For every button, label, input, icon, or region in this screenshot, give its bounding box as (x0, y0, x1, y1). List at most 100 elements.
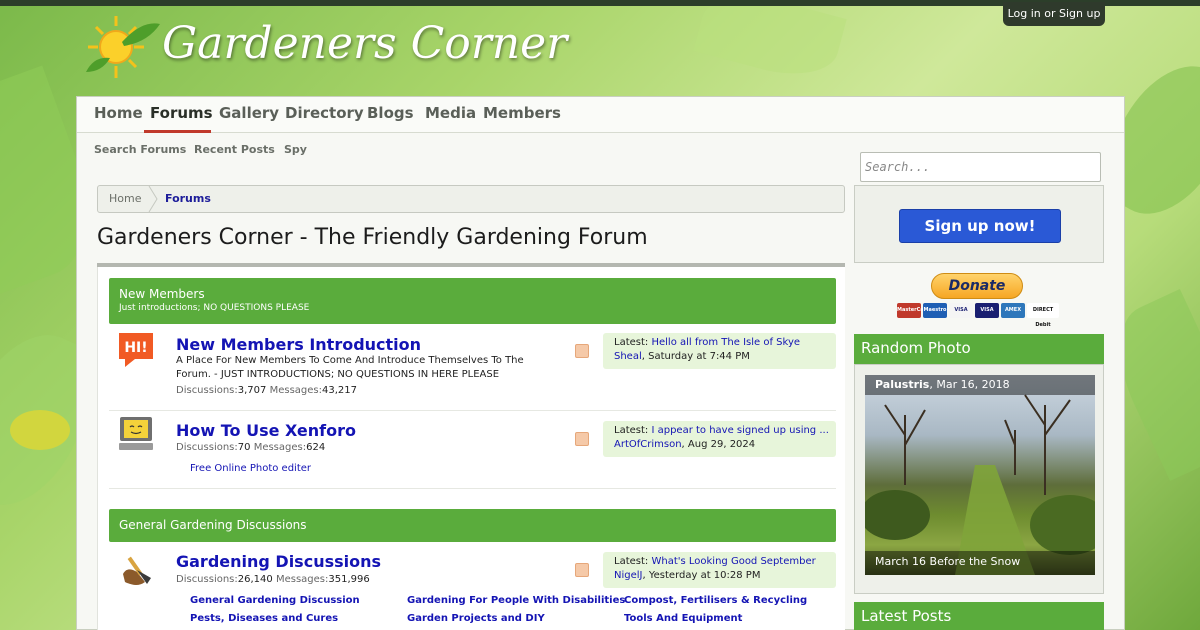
latest-label: Latest: (614, 556, 649, 567)
forum-stats: Discussions:26,140 Messages:351,996 (176, 574, 370, 585)
latest-post-user[interactable]: NigelJ (614, 570, 643, 581)
subnav-search-forums[interactable]: Search Forums (94, 143, 186, 156)
discussions-count: 26,140 (237, 574, 273, 585)
nav-forums[interactable]: Forums (150, 104, 213, 122)
forum-node: How To Use Xenforo Discussions:70 Messag… (109, 411, 836, 489)
photo-date: , Mar 16, 2018 (929, 378, 1010, 391)
signup-button[interactable]: Sign up now! (899, 209, 1061, 243)
subforum-link[interactable]: Tools And Equipment (624, 613, 742, 624)
mastercard-icon: MasterCard (897, 303, 930, 318)
forum-description: A Place For New Members To Come And Intr… (176, 355, 524, 380)
latest-post-time: , Aug 29, 2024 (681, 439, 756, 450)
nav-media[interactable]: Media (425, 104, 476, 122)
forum-stats: Discussions:70 Messages:624 (176, 442, 325, 453)
forum-title[interactable]: Gardening Discussions (176, 552, 381, 571)
messages-label: Messages: (275, 574, 329, 585)
discussions-label: Discussions: (176, 385, 238, 396)
login-signup-link[interactable]: Log in or Sign up (1003, 2, 1105, 26)
breadcrumb-separator-icon (148, 186, 158, 212)
site-logo-text: Gardeners Corner (162, 18, 568, 69)
messages-label: Messages: (269, 385, 323, 396)
category-title: New Members (119, 287, 205, 301)
rss-feed-icon[interactable] (575, 563, 589, 577)
latest-label: Latest: (614, 337, 649, 348)
discussions-label: Discussions: (176, 574, 238, 585)
discussions-count: 3,707 (237, 385, 267, 396)
breadcrumb-forums[interactable]: Forums (165, 192, 211, 205)
garden-tools-icon (123, 556, 151, 585)
nav-blogs[interactable]: Blogs (367, 104, 414, 122)
subforum-link[interactable]: Gardening For People With Disabilities (407, 595, 625, 606)
visa-icon: VISA (975, 303, 999, 318)
category-description: Just introductions; NO QUESTIONS PLEASE (119, 303, 310, 313)
sun-icon (86, 16, 160, 78)
amex-icon: AMEX (1001, 303, 1025, 318)
subnav-recent-posts[interactable]: Recent Posts (194, 143, 275, 156)
forum-list: New Members Just introductions; NO QUEST… (97, 267, 845, 630)
messages-label: Messages: (253, 442, 307, 453)
latest-post-link[interactable]: Hello all from The Isle of Skye (651, 337, 800, 348)
category-title: General Gardening Discussions (119, 518, 307, 532)
latest-post: Latest: What's Looking Good September Ni… (603, 552, 836, 588)
messages-count: 624 (306, 442, 326, 453)
messages-count: 351,996 (328, 574, 370, 585)
latest-post-time: , Saturday at 7:44 PM (641, 351, 750, 362)
forum-title[interactable]: How To Use Xenforo (176, 421, 356, 440)
background-leaf (693, 0, 847, 87)
nav-directory[interactable]: Directory (285, 104, 364, 122)
watering-can-decoration (10, 410, 70, 450)
discussions-count: 70 (237, 442, 251, 453)
forum-stats: Discussions:3,707 Messages:43,217 (176, 385, 357, 396)
subforum-link[interactable]: Garden Projects and DIY (407, 613, 545, 624)
direct-debit-icon: DIRECT Debit (1027, 303, 1059, 328)
garden-path-photo (865, 394, 1095, 575)
signup-box: Sign up now! (854, 185, 1104, 263)
payment-cards: MasterCard Maestro VISA VISA AMEX DIRECT… (897, 303, 1059, 328)
svg-text:HI!: HI! (124, 340, 147, 356)
latest-post-link[interactable]: What's Looking Good September (651, 556, 815, 567)
latest-post-user[interactable]: Sheal (614, 351, 642, 362)
rss-feed-icon[interactable] (575, 432, 589, 446)
latest-post-time: , Yesterday at 10:28 PM (642, 570, 761, 581)
latest-label: Latest: (614, 425, 649, 436)
forum-node: HI! New Members Introduction A Place For… (109, 324, 836, 411)
nav-members[interactable]: Members (483, 104, 561, 122)
breadcrumb: Home Forums (97, 185, 845, 213)
latest-post-user[interactable]: ArtOfCrimson (614, 439, 682, 450)
search-input[interactable]: Search... (860, 152, 1101, 182)
subforum-link[interactable]: Free Online Photo editer (190, 463, 311, 474)
latest-post: Latest: I appear to have signed up using… (603, 421, 836, 457)
subforum-link[interactable]: Pests, Diseases and Cures (190, 613, 338, 624)
breadcrumb-home[interactable]: Home (109, 192, 141, 205)
discussions-label: Discussions: (176, 442, 238, 453)
visa-icon: VISA (949, 303, 973, 318)
random-photo-header: Random Photo (854, 334, 1104, 364)
site-logo[interactable]: Gardeners Corner (82, 12, 582, 82)
messages-count: 43,217 (322, 385, 358, 396)
nav-gallery[interactable]: Gallery (219, 104, 279, 122)
forum-title[interactable]: New Members Introduction (176, 335, 421, 354)
category-header-general-gardening[interactable]: General Gardening Discussions (109, 509, 836, 542)
random-photo-image[interactable]: Palustris, Mar 16, 2018 March 16 Before … (865, 375, 1095, 575)
nav-active-indicator (144, 130, 211, 133)
subforum-link[interactable]: General Gardening Discussion (190, 595, 360, 606)
subnav-spy[interactable]: Spy (284, 143, 307, 156)
photo-user[interactable]: Palustris (875, 378, 929, 391)
photo-meta: Palustris, Mar 16, 2018 (865, 375, 1095, 395)
computer-icon (119, 417, 153, 450)
photo-caption: March 16 Before the Snow (865, 551, 1095, 575)
maestro-icon: Maestro (923, 303, 947, 318)
donate-button[interactable]: Donate (931, 273, 1023, 299)
nav-home[interactable]: Home (94, 104, 143, 122)
latest-post-link[interactable]: I appear to have signed up using ... (651, 425, 828, 436)
forum-node: Gardening Discussions Discussions:26,140… (109, 542, 836, 630)
latest-posts-header: Latest Posts (854, 602, 1104, 630)
page-container: Home Forums Gallery Directory Blogs Medi… (76, 96, 1125, 630)
latest-post: Latest: Hello all from The Isle of Skye … (603, 333, 836, 369)
category-header-new-members[interactable]: New Members Just introductions; NO QUEST… (109, 278, 836, 324)
page-title: Gardeners Corner - The Friendly Gardenin… (97, 225, 648, 250)
main-nav: Home Forums Gallery Directory Blogs Medi… (77, 97, 1124, 133)
rss-feed-icon[interactable] (575, 344, 589, 358)
subforum-link[interactable]: Compost, Fertilisers & Recycling (624, 595, 807, 606)
hi-speech-icon: HI! (119, 333, 153, 367)
